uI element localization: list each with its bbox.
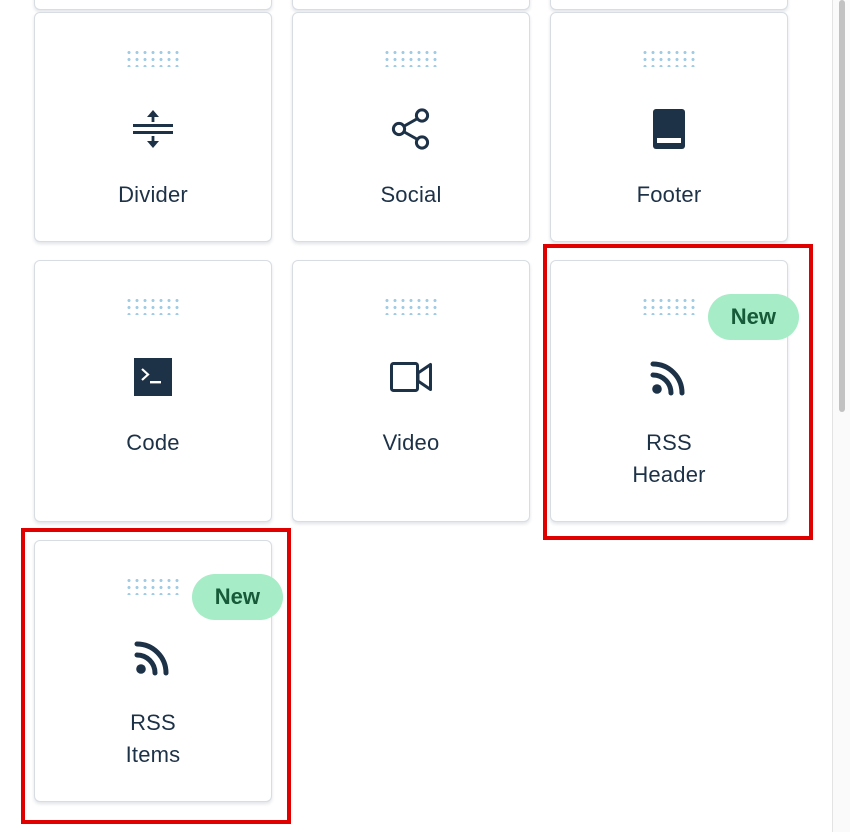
block-label: RSS Header (551, 427, 787, 491)
rss-icon (647, 355, 691, 399)
divider-icon (131, 107, 175, 151)
terminal-icon (131, 355, 175, 399)
block-card-divider[interactable]: Divider (34, 12, 272, 242)
share-icon (389, 107, 433, 151)
block-card-footer[interactable]: Footer (550, 12, 788, 242)
block-card-video[interactable]: Video (292, 260, 530, 522)
drag-handle-icon[interactable] (383, 297, 439, 315)
drag-handle-icon[interactable] (125, 297, 181, 315)
rss-icon (131, 635, 175, 679)
drag-handle-icon[interactable] (125, 49, 181, 67)
drag-handle-icon[interactable] (125, 577, 181, 595)
new-badge: New (707, 294, 799, 340)
block-card-rss-items[interactable]: RSS Items New (34, 540, 283, 802)
block-label: Social (380, 182, 442, 207)
content-blocks-panel: Divider Social Footer Code Video RSS Hea… (0, 0, 832, 832)
block-card-partial[interactable] (550, 0, 788, 10)
block-card-rss-header[interactable]: RSS Header New (550, 260, 799, 522)
block-label-line: Items (125, 742, 181, 767)
block-card-code[interactable]: Code (34, 260, 272, 522)
footer-icon (647, 107, 691, 151)
block-label: Divider (118, 182, 188, 207)
block-label: RSS Items (35, 707, 271, 771)
block-label-line: RSS (130, 710, 176, 735)
drag-handle-icon[interactable] (641, 297, 697, 315)
block-label: Code (126, 430, 180, 455)
block-label-line: Header (632, 462, 706, 487)
new-badge: New (191, 574, 283, 620)
block-label: Video (382, 430, 440, 455)
block-card-social[interactable]: Social (292, 12, 530, 242)
block-card-partial[interactable] (292, 0, 530, 10)
drag-handle-icon[interactable] (383, 49, 439, 67)
block-label: Footer (636, 182, 702, 207)
block-label-line: RSS (646, 430, 692, 455)
block-card-partial[interactable] (34, 0, 272, 10)
scrollbar-thumb[interactable] (839, 0, 845, 412)
drag-handle-icon[interactable] (641, 49, 697, 67)
vertical-scrollbar[interactable] (832, 0, 850, 832)
video-camera-icon (389, 355, 433, 399)
